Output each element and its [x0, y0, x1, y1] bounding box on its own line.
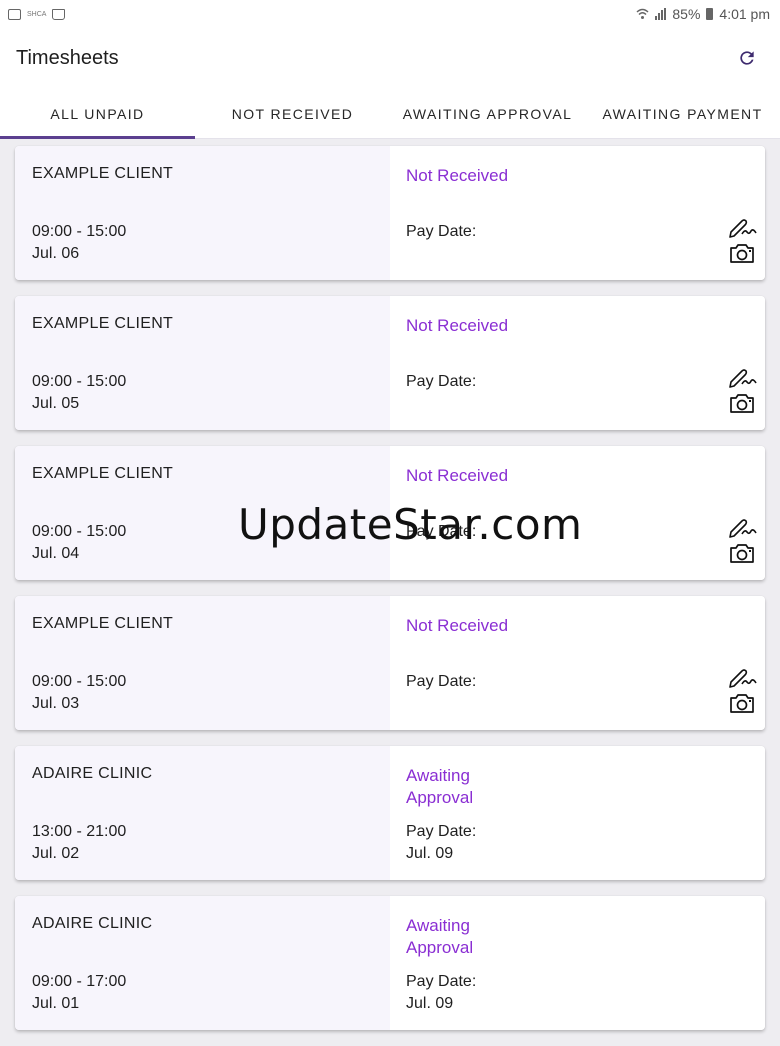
refresh-icon — [740, 51, 754, 65]
sign-button[interactable] — [729, 217, 757, 239]
camera-icon — [730, 694, 754, 713]
pay-date-label: Pay Date: — [406, 823, 477, 840]
shift-date: Jul. 05 — [32, 395, 80, 412]
shift-date: Jul. 02 — [32, 845, 80, 862]
tab-not-received[interactable]: NOT RECEIVED — [195, 90, 390, 138]
pay-date-label: Pay Date: — [406, 673, 477, 690]
sign-icon — [729, 219, 757, 238]
card-status: Not Received Pay Date: — [390, 446, 765, 580]
shift-date: Jul. 03 — [32, 695, 80, 712]
gallery-notification-icon — [8, 8, 21, 20]
status-label: Awaiting Approval — [406, 916, 474, 957]
pay-date-label: Pay Date: — [406, 523, 477, 540]
camera-icon — [730, 544, 754, 563]
status-label: Not Received — [406, 466, 509, 485]
client-name: ADAIRE CLINIC — [32, 915, 153, 932]
camera-button[interactable] — [729, 692, 755, 714]
page-title: Timesheets — [16, 47, 119, 69]
card-details: EXAMPLE CLIENT 09:00 - 15:00 Jul. 03 — [15, 596, 390, 730]
status-label: Awaiting Approval — [406, 766, 474, 807]
camera-button[interactable] — [729, 392, 755, 414]
camera-button[interactable] — [729, 242, 755, 264]
sign-icon — [729, 669, 757, 688]
timesheet-card[interactable]: EXAMPLE CLIENT 09:00 - 15:00 Jul. 06 Not… — [15, 146, 765, 280]
status-label: Not Received — [406, 616, 509, 635]
card-status: Awaiting Approval Pay Date: Jul. 09 — [390, 746, 765, 880]
pay-date-label: Pay Date: — [406, 373, 477, 390]
shift-time: 09:00 - 15:00 — [32, 673, 127, 690]
pay-date-value: Jul. 09 — [406, 995, 454, 1012]
client-name: EXAMPLE CLIENT — [32, 165, 174, 182]
refresh-button[interactable] — [734, 45, 760, 71]
status-bar: SHCA 85% 4:01 pm — [0, 0, 780, 28]
signal-icon — [655, 8, 667, 20]
client-name: ADAIRE CLINIC — [32, 765, 153, 782]
sign-icon — [729, 519, 757, 538]
app-notification-label: SHCA — [27, 10, 47, 18]
shift-time: 09:00 - 15:00 — [32, 223, 127, 240]
shift-time: 09:00 - 17:00 — [32, 973, 127, 990]
clock: 4:01 pm — [719, 6, 770, 22]
client-name: EXAMPLE CLIENT — [32, 315, 174, 332]
card-details: ADAIRE CLINIC 09:00 - 17:00 Jul. 01 — [15, 896, 390, 1030]
battery-percent: 85% — [672, 6, 701, 22]
tab-awaiting-payment[interactable]: AWAITING PAYMENT — [585, 90, 780, 138]
timesheet-card[interactable]: EXAMPLE CLIENT 09:00 - 15:00 Jul. 03 Not… — [15, 596, 765, 730]
shift-date: Jul. 06 — [32, 245, 80, 262]
timesheet-card[interactable]: EXAMPLE CLIENT 09:00 - 15:00 Jul. 05 Not… — [15, 296, 765, 430]
camera-button[interactable] — [729, 542, 755, 564]
battery-icon — [706, 8, 714, 20]
status-label: Not Received — [406, 316, 509, 335]
card-details: EXAMPLE CLIENT 09:00 - 15:00 Jul. 04 — [15, 446, 390, 580]
status-bar-left: SHCA — [0, 8, 66, 20]
sign-icon — [729, 369, 757, 388]
status-label: Not Received — [406, 166, 509, 185]
pay-date-label: Pay Date: — [406, 973, 477, 990]
card-details: ADAIRE CLINIC 13:00 - 21:00 Jul. 02 — [15, 746, 390, 880]
status-bar-right: 85% 4:01 pm — [636, 6, 780, 22]
app-bar: Timesheets — [0, 28, 780, 90]
tab-all-unpaid[interactable]: ALL UNPAID — [0, 90, 195, 139]
card-status: Not Received Pay Date: — [390, 596, 765, 730]
card-status: Not Received Pay Date: — [390, 146, 765, 280]
timesheet-card[interactable]: EXAMPLE CLIENT 09:00 - 15:00 Jul. 04 Not… — [15, 446, 765, 580]
timesheet-list: EXAMPLE CLIENT 09:00 - 15:00 Jul. 06 Not… — [15, 146, 765, 1046]
client-name: EXAMPLE CLIENT — [32, 465, 174, 482]
pay-date-label: Pay Date: — [406, 223, 477, 240]
shift-time: 13:00 - 21:00 — [32, 823, 127, 840]
timesheet-card[interactable]: ADAIRE CLINIC 09:00 - 17:00 Jul. 01 Awai… — [15, 896, 765, 1030]
shift-date: Jul. 01 — [32, 995, 80, 1012]
card-status: Awaiting Approval Pay Date: Jul. 09 — [390, 896, 765, 1030]
pay-date-value: Jul. 09 — [406, 845, 454, 862]
sign-button[interactable] — [729, 517, 757, 539]
shift-time: 09:00 - 15:00 — [32, 373, 127, 390]
shift-date: Jul. 04 — [32, 545, 80, 562]
sign-button[interactable] — [729, 667, 757, 689]
tab-bar: ALL UNPAID NOT RECEIVED AWAITING APPROVA… — [0, 90, 780, 139]
card-details: EXAMPLE CLIENT 09:00 - 15:00 Jul. 06 — [15, 146, 390, 280]
camera-icon — [730, 394, 754, 413]
client-name: EXAMPLE CLIENT — [32, 615, 174, 632]
shift-time: 09:00 - 15:00 — [32, 523, 127, 540]
wifi-icon — [636, 8, 649, 19]
card-status: Not Received Pay Date: — [390, 296, 765, 430]
sign-button[interactable] — [729, 367, 757, 389]
camera-icon — [730, 244, 754, 263]
shopping-bag-notification-icon — [52, 8, 66, 20]
card-details: EXAMPLE CLIENT 09:00 - 15:00 Jul. 05 — [15, 296, 390, 430]
tab-awaiting-approval[interactable]: AWAITING APPROVAL — [390, 90, 585, 138]
timesheet-card[interactable]: ADAIRE CLINIC 13:00 - 21:00 Jul. 02 Awai… — [15, 746, 765, 880]
